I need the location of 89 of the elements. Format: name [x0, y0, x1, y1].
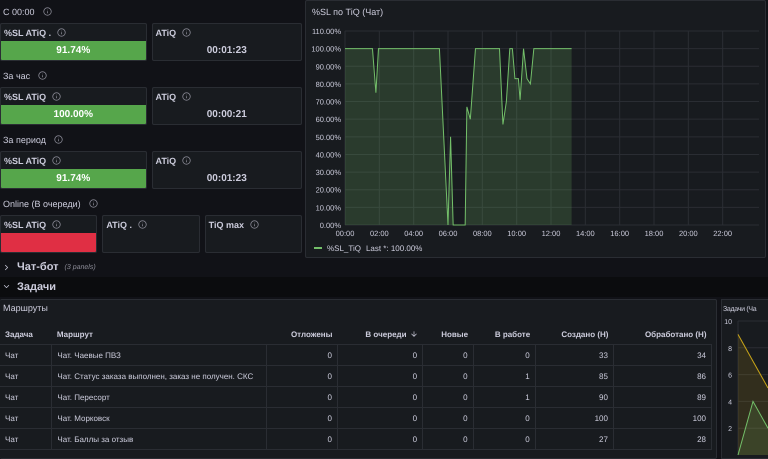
- column-header[interactable]: Отложены: [266, 324, 338, 344]
- info-icon[interactable]: [138, 220, 147, 229]
- table-cell: 100: [613, 408, 712, 428]
- table-cell: 0: [337, 408, 423, 428]
- table-cell: 0: [337, 386, 423, 408]
- table-cell: 0: [422, 408, 474, 428]
- table-cell: 0: [266, 428, 338, 450]
- table-cell: 0: [422, 428, 474, 450]
- table-cell: 90: [535, 386, 614, 408]
- table-cell: 1: [473, 386, 536, 408]
- info-icon[interactable]: [182, 156, 192, 165]
- info-icon[interactable]: [38, 71, 48, 80]
- section-heading: За период: [3, 134, 46, 144]
- table-cell: 0: [266, 366, 338, 386]
- legend-label[interactable]: %SL_TiQ: [327, 244, 361, 252]
- stat-value: 00:01:23: [206, 45, 247, 56]
- info-icon[interactable]: [52, 156, 62, 165]
- panel-title: %SL ATiQ .: [4, 28, 52, 38]
- table-cell: 86: [613, 366, 712, 386]
- table-cell: 0: [337, 428, 423, 450]
- info-icon[interactable]: [182, 28, 192, 37]
- panel-title: ATiQ: [156, 28, 176, 38]
- panel-title: ATiQ: [156, 156, 176, 166]
- section-heading: С 00:00: [3, 6, 35, 16]
- row-title[interactable]: Задачи: [17, 280, 56, 293]
- table-cell: 0: [422, 386, 474, 408]
- row-title[interactable]: Чат-бот: [17, 261, 59, 274]
- table-cell: 0: [422, 366, 474, 386]
- panel-title: ATiQ: [156, 92, 176, 102]
- table-cell: Чат: [0, 386, 52, 408]
- table-cell: 0: [473, 408, 536, 428]
- table-cell: 0: [266, 344, 338, 366]
- table-cell: 33: [535, 344, 614, 366]
- table-cell: 0: [337, 366, 423, 386]
- info-icon[interactable]: [42, 7, 52, 16]
- info-icon[interactable]: [52, 92, 62, 101]
- stat-value: 91.74%: [56, 45, 90, 56]
- sort-arrow-icon[interactable]: [410, 330, 418, 338]
- table-cell: Чат. Морковск: [52, 408, 267, 428]
- stat-value: 100.00%: [54, 109, 93, 120]
- column-header[interactable]: Новые: [422, 324, 474, 344]
- table-cell: 85: [535, 366, 614, 386]
- table-cell: Чат: [0, 366, 52, 386]
- column-header[interactable]: Обработано (Н): [613, 324, 712, 344]
- table-cell: Чат. Пересорт: [52, 386, 267, 408]
- column-header[interactable]: Создано (Н): [535, 324, 614, 344]
- panel-title: %SL ATiQ: [4, 220, 46, 230]
- info-icon[interactable]: [52, 220, 62, 229]
- panel-title: ATiQ .: [106, 220, 132, 230]
- table-cell: 89: [613, 386, 712, 408]
- column-header[interactable]: В работе: [473, 324, 536, 344]
- panel-title: TiQ max: [208, 220, 244, 230]
- panel-title: %SL ATiQ: [4, 156, 46, 166]
- table-cell: Чат: [0, 428, 52, 450]
- column-header[interactable]: Задача: [0, 324, 52, 344]
- table-cell: 28: [613, 428, 712, 450]
- column-header[interactable]: Маршрут: [52, 324, 267, 344]
- info-icon[interactable]: [182, 92, 192, 101]
- table-cell: Чат: [0, 344, 52, 366]
- section-heading: За час: [3, 70, 30, 80]
- chevron-right-icon[interactable]: [2, 262, 11, 272]
- table-cell: Чат: [0, 408, 52, 428]
- info-icon[interactable]: [54, 135, 63, 144]
- table-cell: 0: [473, 428, 536, 450]
- info-icon[interactable]: [57, 28, 66, 37]
- stat-value: 00:01:23: [206, 173, 247, 184]
- panel-title: %SL ATiQ: [4, 92, 46, 102]
- table-cell: 0: [422, 344, 474, 366]
- table-cell: 0: [473, 344, 536, 366]
- table-cell: 27: [535, 428, 614, 450]
- row-header[interactable]: Задачи: [0, 276, 768, 297]
- column-header[interactable]: В очереди: [337, 324, 423, 344]
- table-cell: 0: [266, 386, 338, 408]
- section-heading: Online (В очереди): [3, 198, 81, 208]
- stat-value: 91.74%: [56, 173, 90, 184]
- table-cell: 1: [473, 366, 536, 386]
- panel-title: Маршруты: [3, 303, 48, 313]
- info-icon[interactable]: [88, 199, 98, 208]
- panel-title: %SL по TiQ (Чат): [312, 7, 384, 17]
- table-cell: 0: [337, 344, 423, 366]
- legend-value: Last *: 100.00%: [366, 244, 422, 252]
- table-cell: Чат. Баллы за отзыв: [52, 428, 267, 450]
- table-cell: Чат. Статус заказа выполнен, заказ не получен. СКС: [52, 366, 267, 386]
- table-cell: 100: [535, 408, 614, 428]
- table-cell: 34: [613, 344, 712, 366]
- table-cell: Чат. Чаевые ПВЗ: [52, 344, 267, 366]
- info-icon[interactable]: [250, 220, 260, 229]
- stat-value: 00:00:21: [206, 109, 247, 120]
- table-cell: 0: [266, 408, 338, 428]
